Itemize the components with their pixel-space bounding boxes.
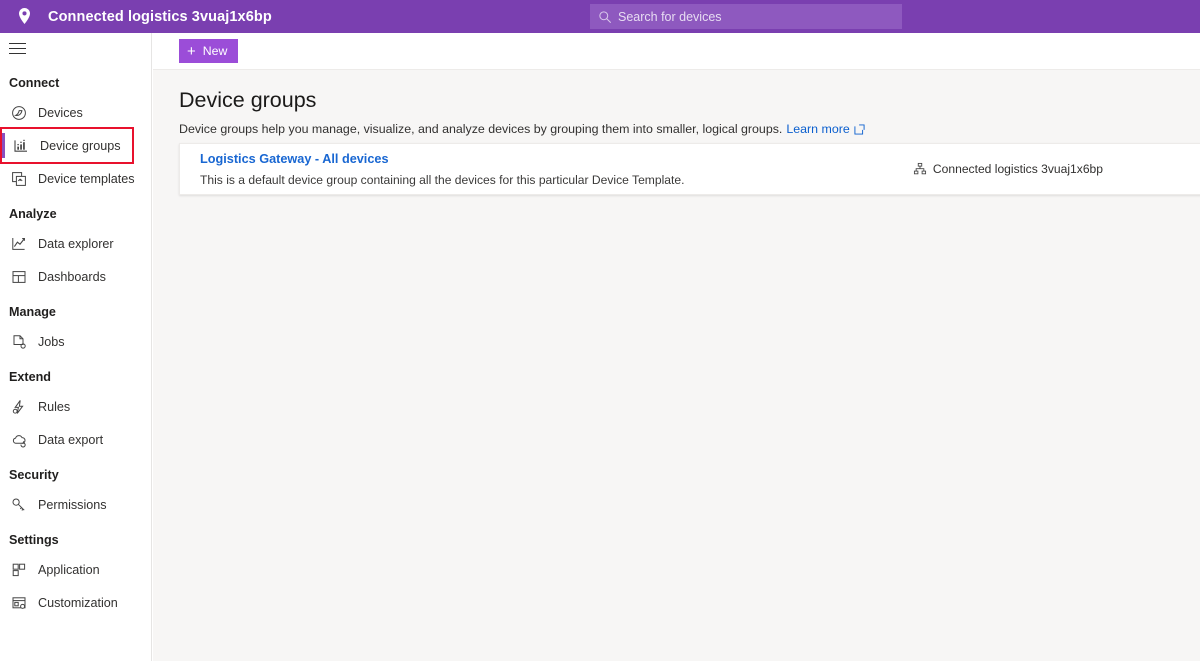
external-link-icon[interactable] (854, 124, 865, 135)
page-title: Device groups (179, 88, 1200, 113)
nav-section-extend: Extend (0, 364, 151, 390)
sidebar-item-label: Device templates (38, 172, 135, 186)
command-bar: + New (153, 33, 1200, 70)
sidebar-item-label: Application (38, 563, 100, 577)
sidebar-item-data-export[interactable]: Data export (0, 423, 151, 456)
sidebar-item-dashboards[interactable]: Dashboards (0, 260, 151, 293)
jobs-document-icon (9, 332, 29, 352)
sidebar-item-label: Device groups (40, 139, 121, 153)
cloud-export-icon (9, 430, 29, 450)
learn-more-link[interactable]: Learn more (786, 122, 849, 136)
sidebar-item-label: Permissions (38, 498, 107, 512)
search-icon (597, 9, 612, 24)
page-description-text: Device groups help you manage, visualize… (179, 122, 782, 136)
nav-section-connect: Connect (0, 70, 151, 96)
global-search[interactable] (590, 4, 902, 29)
sidebar-item-label: Dashboards (38, 270, 106, 284)
new-button[interactable]: + New (179, 39, 238, 63)
hamburger-menu-icon[interactable] (0, 33, 151, 64)
add-icon: + (187, 44, 196, 59)
app-title: Connected logistics 3vuaj1x6bp (48, 9, 272, 25)
sidebar-item-label: Data explorer (38, 237, 114, 251)
key-icon (9, 495, 29, 515)
sidebar-item-customization[interactable]: Customization (0, 586, 151, 619)
sidebar-item-jobs[interactable]: Jobs (0, 325, 151, 358)
new-button-label: New (203, 44, 228, 58)
sidebar-item-label: Rules (38, 400, 70, 414)
org-hierarchy-icon (913, 162, 927, 176)
sidebar-item-label: Jobs (38, 335, 65, 349)
location-pin-icon (8, 7, 40, 26)
sidebar-item-application[interactable]: Application (0, 553, 151, 586)
sidebar-item-label: Customization (38, 596, 118, 610)
search-input[interactable] (618, 7, 868, 27)
sidebar-item-label: Data export (38, 433, 103, 447)
nav-section-manage: Manage (0, 299, 151, 325)
card-text-block: Logistics Gateway - All devices This is … (200, 152, 684, 187)
device-templates-icon (9, 169, 29, 189)
dashboard-grid-icon (9, 267, 29, 287)
main-content: Device groups Device groups help you man… (153, 70, 1200, 661)
sidebar-item-label: Devices (38, 106, 83, 120)
page-description: Device groups help you manage, visualize… (179, 122, 1200, 136)
sidebar-item-permissions[interactable]: Permissions (0, 488, 151, 521)
nav-section-security: Security (0, 462, 151, 488)
devices-icon (9, 103, 29, 123)
nav-section-settings: Settings (0, 527, 151, 553)
left-navigation-sidebar: Connect Devices Device groups (0, 33, 152, 661)
device-group-link[interactable]: Logistics Gateway - All devices (200, 152, 684, 166)
card-organization: Connected logistics 3vuaj1x6bp (913, 162, 1103, 176)
sidebar-item-data-explorer[interactable]: Data explorer (0, 227, 151, 260)
organization-label: Connected logistics 3vuaj1x6bp (933, 162, 1103, 176)
nav-section-analyze: Analyze (0, 201, 151, 227)
top-app-bar: Connected logistics 3vuaj1x6bp (0, 0, 1200, 33)
sidebar-item-device-templates[interactable]: Device templates (0, 162, 151, 195)
sidebar-item-devices[interactable]: Devices (0, 96, 151, 129)
line-chart-icon (9, 234, 29, 254)
customization-icon (9, 593, 29, 613)
device-groups-icon (11, 136, 31, 156)
sidebar-item-rules[interactable]: Rules (0, 390, 151, 423)
sidebar-item-device-groups[interactable]: Device groups (2, 129, 132, 162)
application-layout-icon (9, 560, 29, 580)
device-group-card[interactable]: Logistics Gateway - All devices This is … (179, 143, 1200, 195)
device-group-description: This is a default device group containin… (200, 173, 684, 187)
rules-lightning-icon (9, 397, 29, 417)
